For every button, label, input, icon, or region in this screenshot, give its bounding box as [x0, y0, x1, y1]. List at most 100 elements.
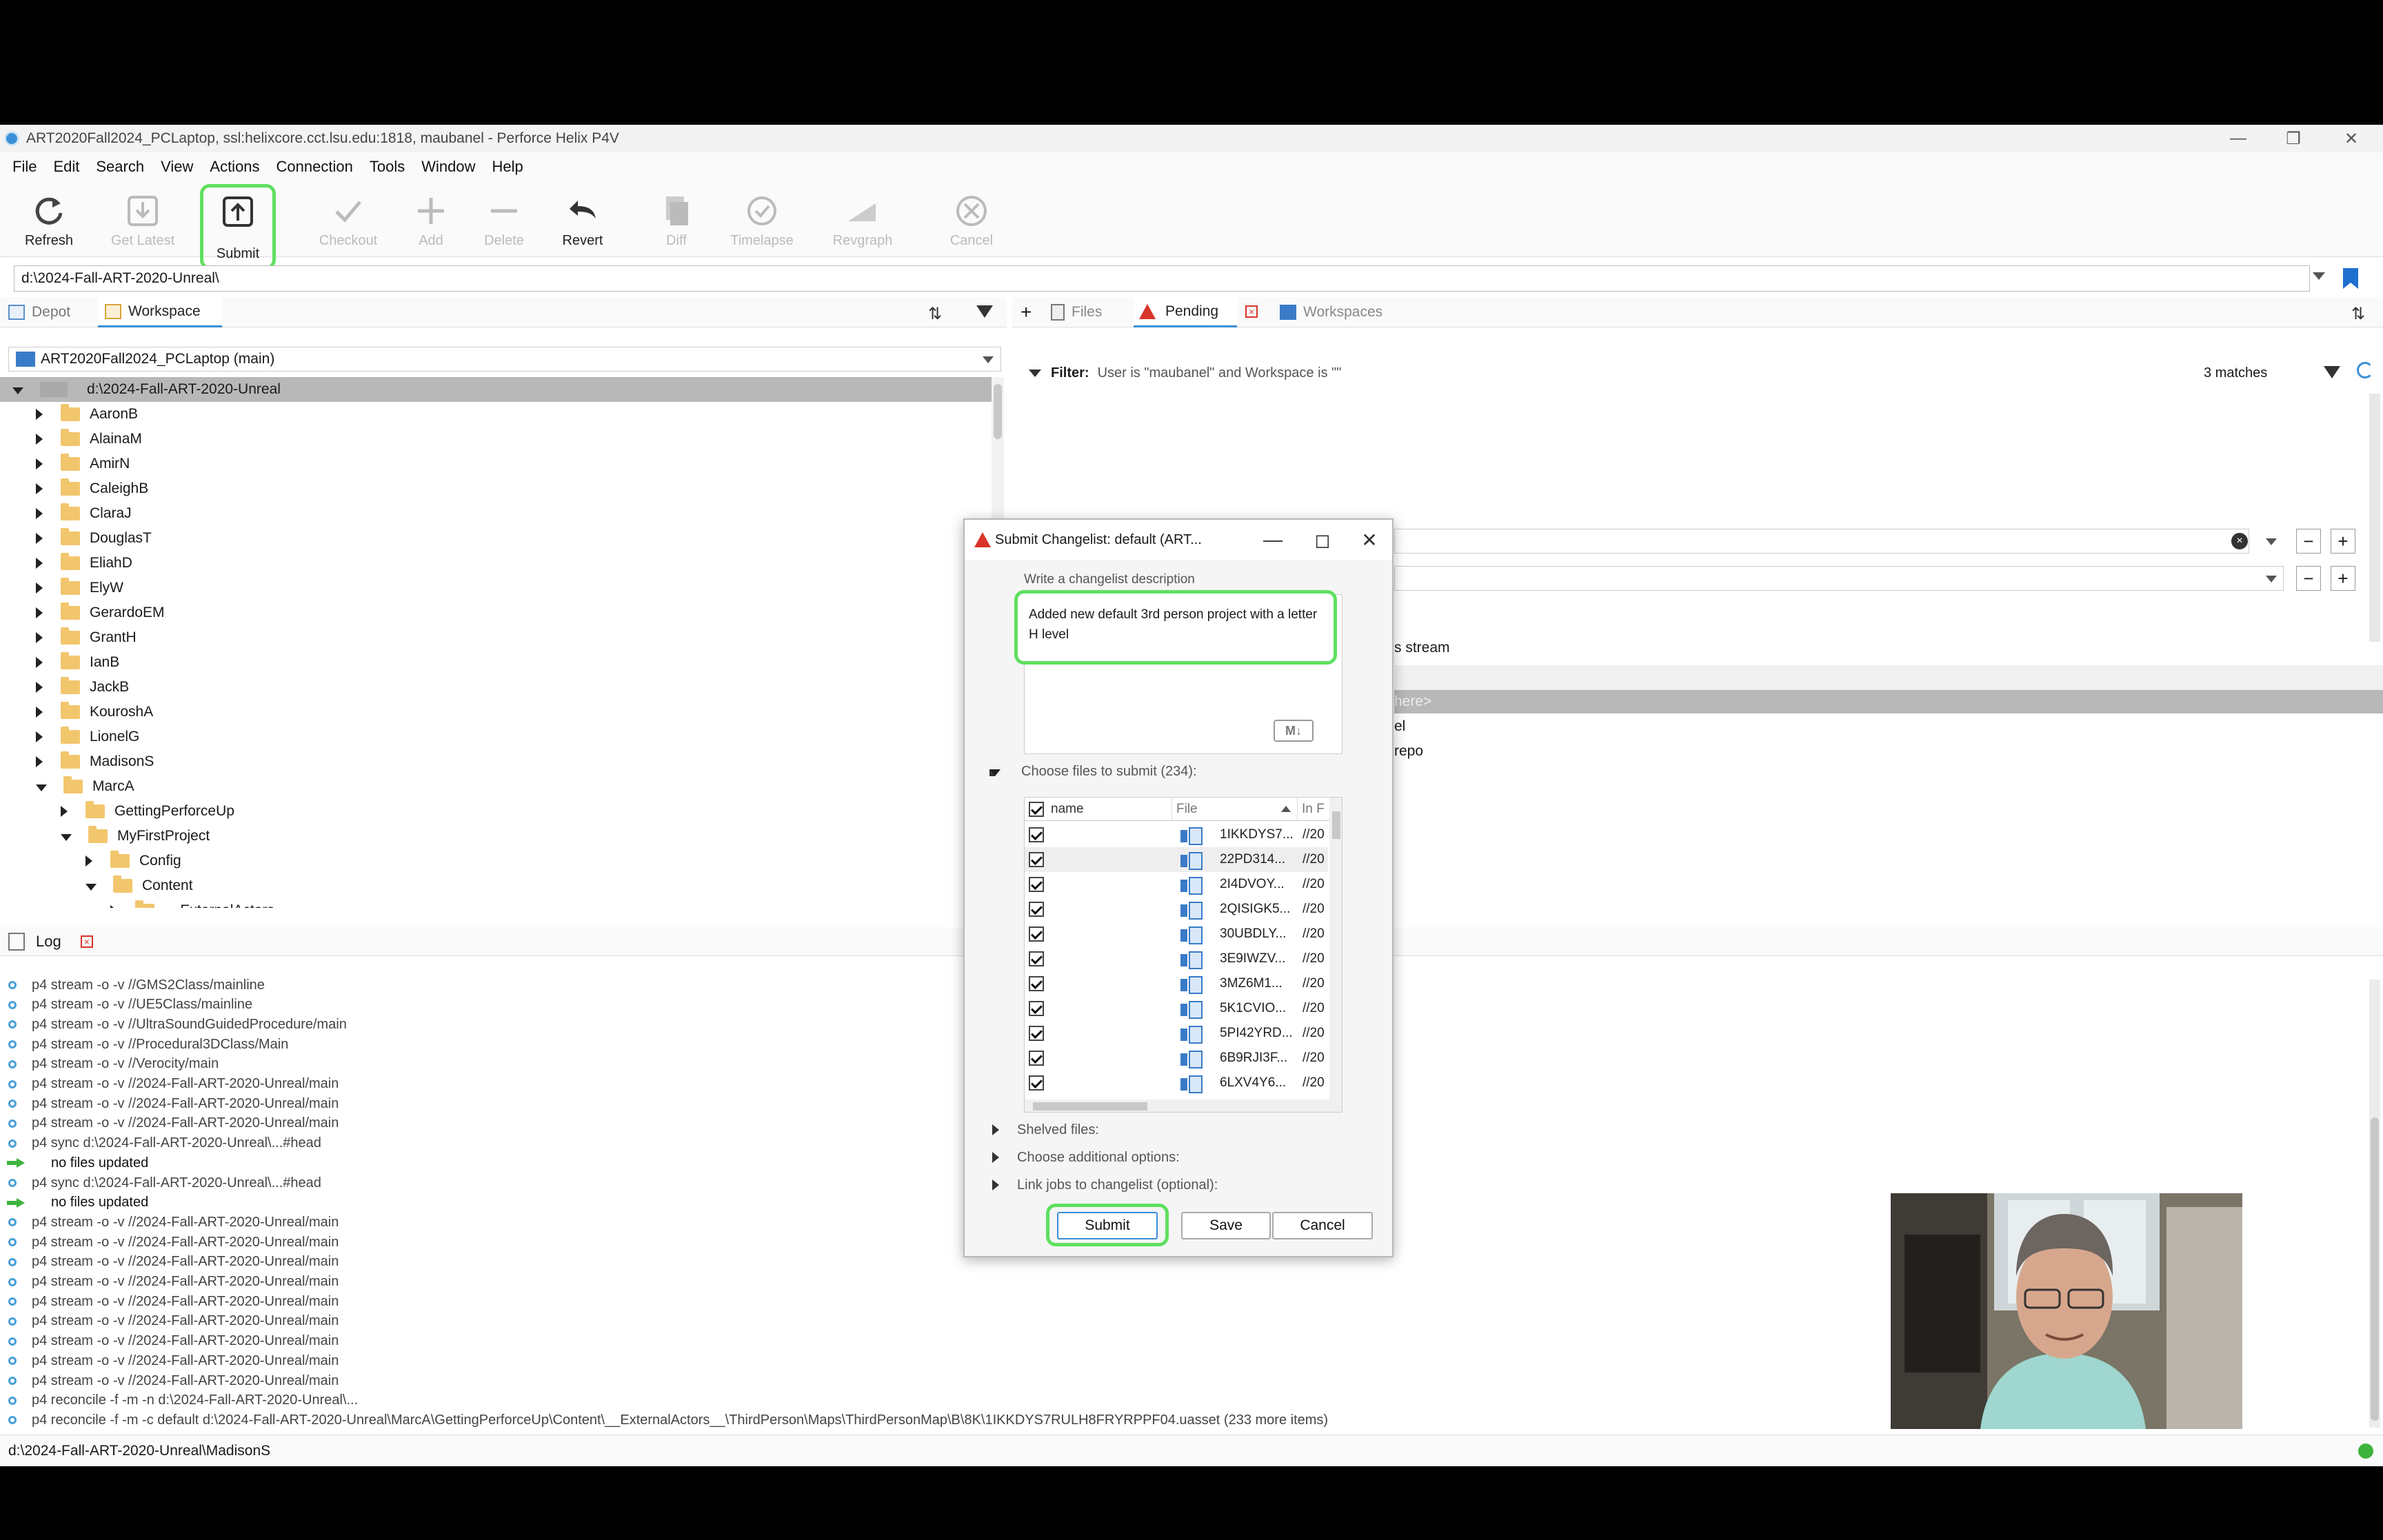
files-hscroll[interactable]: [1025, 1100, 1342, 1112]
cancel-toolbar-button[interactable]: Cancel: [934, 187, 1009, 253]
expand-icon[interactable]: [36, 682, 43, 693]
file-checkbox[interactable]: [1029, 902, 1044, 917]
diff-button[interactable]: Diff: [639, 187, 714, 253]
collapse-icon[interactable]: [36, 784, 47, 791]
tree-item[interactable]: GrantH: [0, 625, 993, 650]
tab-pending[interactable]: Pending: [1134, 297, 1237, 327]
menu-edit[interactable]: Edit: [53, 158, 79, 176]
path-input[interactable]: d:\2024-Fall-ART-2020-Unreal\: [14, 265, 2310, 292]
revert-button[interactable]: Revert: [545, 187, 621, 253]
file-row[interactable]: 5K1CVIO... //20: [1025, 996, 1328, 1021]
menu-help[interactable]: Help: [492, 158, 523, 176]
expand-icon[interactable]: [12, 387, 23, 394]
expand-icon[interactable]: [992, 1124, 999, 1135]
file-row[interactable]: 5PI42YRD... //20: [1025, 1021, 1328, 1046]
expand-icon[interactable]: [992, 1179, 999, 1191]
menu-file[interactable]: File: [12, 158, 37, 176]
checkout-button[interactable]: Checkout: [310, 187, 386, 253]
delete-button[interactable]: Delete: [466, 187, 542, 253]
close-icon[interactable]: ✕: [1347, 520, 1392, 560]
expand-icon[interactable]: [36, 434, 43, 445]
submit-button[interactable]: Submit: [1057, 1212, 1158, 1239]
collapse-icon[interactable]: [989, 769, 1001, 776]
minimize-icon[interactable]: —: [2211, 125, 2266, 152]
select-all-checkbox[interactable]: [1029, 801, 1044, 817]
file-row[interactable]: 30UBDLY... //20: [1025, 922, 1328, 946]
expand-icon[interactable]: [36, 756, 43, 767]
list-item-selected[interactable]: here>: [1394, 690, 2383, 713]
submit-toolbar-button[interactable]: Submit: [200, 184, 276, 270]
tree-item[interactable]: IanB: [0, 650, 993, 675]
tab-workspaces[interactable]: Workspaces: [1280, 297, 1404, 327]
expand-icon[interactable]: [36, 458, 43, 469]
bookmark-icon[interactable]: [2343, 268, 2358, 289]
menu-tools[interactable]: Tools: [370, 158, 405, 176]
close-tab-icon[interactable]: ×: [1245, 305, 1258, 318]
tab-depot[interactable]: Depot: [8, 297, 91, 327]
expand-icon[interactable]: [61, 806, 68, 817]
tab-log[interactable]: Log: [36, 933, 61, 951]
tree-root[interactable]: d:\2024-Fall-ART-2020-Unreal: [0, 377, 993, 402]
add-filter-button[interactable]: +: [2331, 566, 2355, 591]
file-checkbox[interactable]: [1029, 827, 1044, 842]
timelapse-button[interactable]: Timelapse: [724, 187, 800, 253]
list-item[interactable]: repo: [1394, 740, 2383, 763]
refresh-button[interactable]: Refresh: [11, 187, 87, 253]
collapse-filter-icon[interactable]: [1029, 369, 1041, 377]
tree-item[interactable]: EliahD: [0, 551, 993, 576]
right-scrollbar[interactable]: [2369, 394, 2380, 642]
tree-item[interactable]: LionelG: [0, 725, 993, 749]
list-item[interactable]: s stream: [1394, 636, 2383, 660]
tree-item[interactable]: CaleighB: [0, 476, 993, 501]
expand-icon[interactable]: [86, 855, 92, 867]
markdown-icon[interactable]: M↓: [1274, 720, 1314, 742]
log-scrollbar[interactable]: [2369, 980, 2380, 1428]
tree-item[interactable]: DouglasT: [0, 526, 993, 551]
collapse-icon[interactable]: [86, 884, 97, 891]
collapse-icon[interactable]: [61, 834, 72, 841]
file-row[interactable]: 3MZ6M1... //20: [1025, 971, 1328, 996]
filter-icon[interactable]: [976, 305, 993, 318]
tab-workspace[interactable]: Workspace: [98, 297, 222, 327]
tab-files[interactable]: Files: [1051, 297, 1132, 327]
restore-icon[interactable]: ❐: [2266, 125, 2321, 152]
add-filter-button[interactable]: +: [2331, 529, 2355, 554]
column-in-folder[interactable]: In F: [1302, 802, 1325, 817]
expand-icon[interactable]: [36, 731, 43, 742]
tree-item[interactable]: Content: [0, 873, 993, 898]
sort-icon[interactable]: ⇅: [2351, 304, 2365, 324]
filter-options-icon[interactable]: [2324, 366, 2340, 378]
menu-actions[interactable]: Actions: [210, 158, 259, 176]
column-file[interactable]: File: [1176, 802, 1198, 817]
file-row[interactable]: 2I4DVOY... //20: [1025, 872, 1328, 897]
file-checkbox[interactable]: [1029, 852, 1044, 867]
file-checkbox[interactable]: [1029, 926, 1044, 942]
chevron-down-icon[interactable]: [2266, 576, 2277, 582]
expand-icon[interactable]: [992, 1152, 999, 1163]
close-log-icon[interactable]: ×: [80, 935, 93, 948]
link-jobs-section-header[interactable]: Link jobs to changelist (optional):: [992, 1175, 1218, 1195]
tree-item[interactable]: AlainaM: [0, 427, 993, 452]
file-checkbox[interactable]: [1029, 1026, 1044, 1041]
tree-item[interactable]: MarcA: [0, 774, 993, 799]
expand-icon[interactable]: [36, 657, 43, 668]
expand-icon[interactable]: [36, 533, 43, 544]
tree-item[interactable]: JackB: [0, 675, 993, 700]
expand-icon[interactable]: [36, 558, 43, 569]
file-row[interactable]: 1IKKDYS7... //20: [1025, 822, 1328, 847]
expand-icon[interactable]: [36, 632, 43, 643]
expand-icon[interactable]: [36, 607, 43, 618]
tree-item[interactable]: AmirN: [0, 452, 993, 476]
expand-icon[interactable]: [36, 707, 43, 718]
expand-icon[interactable]: [36, 483, 43, 494]
file-row[interactable]: 3E9IWZV... //20: [1025, 946, 1328, 971]
revgraph-button[interactable]: Revgraph: [825, 187, 901, 253]
tree-item[interactable]: ElyW: [0, 576, 993, 600]
file-checkbox[interactable]: [1029, 877, 1044, 892]
sort-icon[interactable]: ⇅: [928, 304, 942, 324]
options-section-header[interactable]: Choose additional options:: [992, 1147, 1180, 1168]
file-checkbox[interactable]: [1029, 1001, 1044, 1016]
close-icon[interactable]: ✕: [2324, 125, 2379, 152]
remove-filter-button[interactable]: −: [2296, 566, 2321, 591]
filter-field-2[interactable]: [1394, 566, 2284, 591]
